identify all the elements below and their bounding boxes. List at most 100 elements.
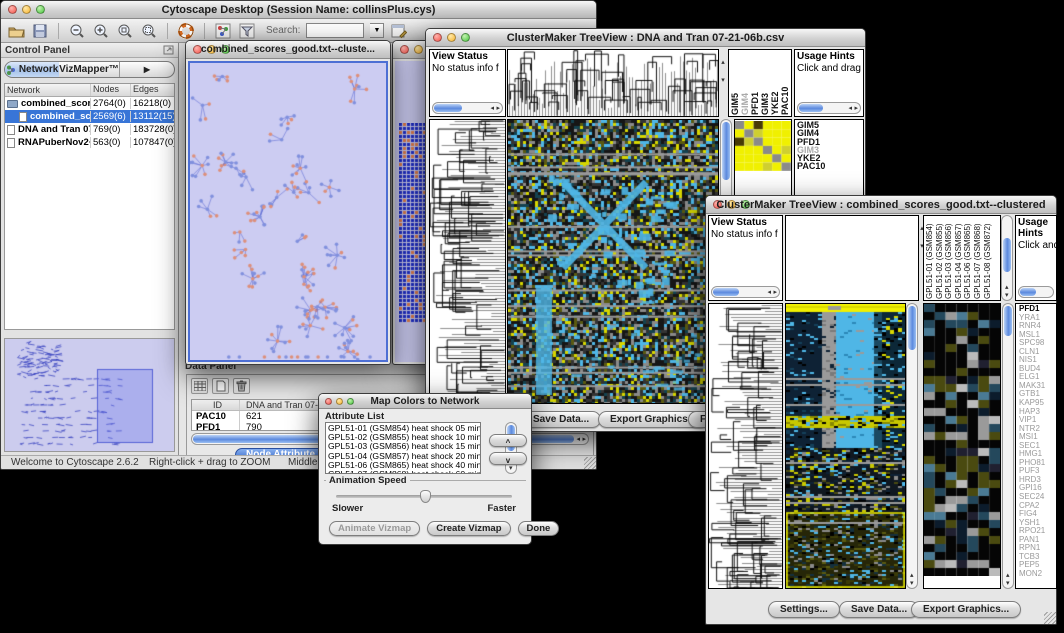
heatmap-global[interactable]: [507, 119, 719, 404]
main-titlebar[interactable]: Cytoscape Desktop (Session Name: collins…: [1, 1, 596, 19]
minimize-icon[interactable]: [414, 45, 423, 54]
zoom-fit-icon[interactable]: [140, 22, 158, 40]
map-dialog-title: Map Colors to Network: [319, 396, 531, 407]
network-window-title: combined_scores_good.txt--cluste...: [186, 44, 390, 55]
attribute-table-icon[interactable]: [191, 378, 208, 394]
status-welcome: Welcome to Cytoscape 2.6.2: [11, 457, 139, 468]
status-zoom-hint: Right-click + drag to ZOOM: [149, 457, 270, 468]
close-icon[interactable]: [400, 45, 409, 54]
network-view-window-1: combined_scores_good.txt--cluste...: [185, 40, 391, 365]
usage-hints-hscrollbar[interactable]: ◂ ▸: [797, 102, 861, 114]
resize-grip[interactable]: [584, 457, 596, 469]
save-data-button[interactable]: Save Data...: [521, 411, 601, 428]
gene-label[interactable]: MON2: [1019, 570, 1056, 579]
column-labels-vscrollbar[interactable]: ▴ ▾: [1001, 215, 1013, 301]
usage-hints-panel: Usage Hints Click and drag to ◂ ▸: [794, 49, 864, 117]
filter-funnel-icon[interactable]: [238, 22, 256, 40]
zoom-vscrollbar[interactable]: ▴ ▾: [1002, 303, 1014, 589]
animation-speed-group: Animation Speed Slower Faster: [324, 480, 526, 518]
file-icon: [19, 112, 27, 122]
export-graphics-button[interactable]: Export Graphics...: [911, 601, 1021, 618]
zoom-selected-icon[interactable]: [116, 22, 134, 40]
network-canvas-1[interactable]: [188, 61, 388, 362]
heatmap-vscrollbar[interactable]: ▴ ▾: [906, 303, 918, 589]
save-data-button[interactable]: Save Data...: [839, 601, 919, 618]
network-list: Network Nodes Edges combined_scores 2764…: [4, 83, 175, 330]
tab-overflow-arrow[interactable]: ▶: [119, 62, 174, 77]
move-down-button[interactable]: v: [489, 452, 527, 465]
column-dendrogram[interactable]: [507, 49, 719, 117]
heatmap-global[interactable]: [785, 303, 906, 589]
column-label: PAC10: [780, 51, 790, 115]
open-folder-icon[interactable]: [7, 22, 25, 40]
tab-vizmapper[interactable]: VizMapper™: [59, 62, 119, 77]
row-dendrogram[interactable]: [429, 119, 506, 404]
float-panel-icon[interactable]: [163, 45, 174, 55]
faster-label: Faster: [487, 503, 516, 514]
treeview2-title: ClusterMaker TreeView : combined_scores_…: [706, 199, 1056, 211]
search-dropdown-arrow-icon[interactable]: ▼: [370, 23, 384, 38]
animation-speed-label: Animation Speed: [326, 475, 410, 486]
column-label: GIM4: [740, 51, 750, 115]
settings-button[interactable]: Settings...: [768, 601, 840, 618]
done-button[interactable]: Done: [518, 521, 560, 536]
treeview2-buttons: Settings... Save Data... Export Graphics…: [706, 597, 1056, 621]
folder-icon: [7, 100, 18, 108]
column-label: GPL51-06 (GSM865): [963, 217, 973, 299]
control-panel-title: Control Panel: [5, 45, 70, 56]
network-tab-icon: [6, 65, 16, 75]
attribute-list-label: Attribute List: [325, 411, 384, 422]
network-row[interactable]: combined_scores 2764(0) 16218(0): [5, 97, 174, 110]
slider-thumb[interactable]: [420, 490, 431, 503]
treeview1-title: ClusterMaker TreeView : DNA and Tran 07-…: [426, 32, 865, 44]
delete-attribute-trash-icon[interactable]: [233, 378, 250, 394]
row-dendrogram[interactable]: [708, 303, 783, 589]
slower-label: Slower: [332, 503, 363, 514]
create-vizmap-button[interactable]: Create Vizmap: [427, 521, 510, 536]
birdseye-view[interactable]: [4, 338, 175, 452]
control-panel-tabs: Network VizMapper™ ▶: [4, 61, 175, 78]
search-input[interactable]: [306, 23, 364, 38]
move-up-button[interactable]: ^: [489, 434, 527, 447]
network-row[interactable]: combined_sco 2569(6) 13112(15): [5, 110, 174, 123]
attribute-list-vscrollbar[interactable]: ▴ ▾: [505, 422, 517, 474]
network-list-header[interactable]: Network Nodes Edges: [5, 84, 174, 97]
map-colors-dialog: Map Colors to Network Attribute List GPL…: [318, 393, 532, 545]
zoom-in-icon[interactable]: [92, 22, 110, 40]
main-window-title: Cytoscape Desktop (Session Name: collins…: [1, 4, 596, 16]
zoom-out-icon[interactable]: [68, 22, 86, 40]
experiment-column-labels: GPL51-01 (GSM854)GPL51-02 (GSM855)GPL51-…: [923, 215, 1001, 301]
column-label: PFD1: [750, 51, 760, 115]
attribute-list[interactable]: GPL51-01 (GSM854) heat shock 05 minGPL51…: [325, 422, 481, 474]
animation-speed-slider[interactable]: [336, 495, 512, 498]
id-column-header[interactable]: ID: [192, 400, 240, 410]
row-label: PAC10: [797, 162, 861, 170]
search-label: Search:: [266, 25, 300, 36]
resize-grip[interactable]: [1044, 612, 1056, 624]
attribute-list-item[interactable]: GPL51-07 (GSM868) heat shock 60 min: [328, 470, 478, 474]
view-status-panel: View Status No status info f ◂ ▸: [429, 49, 506, 117]
tree-arrows[interactable]: ▴▾: [719, 51, 727, 87]
network-row[interactable]: DNA and Tran 07 769(0) 183728(0): [5, 123, 174, 136]
usage-hints-hscrollbar[interactable]: [1018, 286, 1054, 298]
view-status-hscrollbar[interactable]: ◂ ▸: [711, 286, 780, 298]
column-dendrogram-empty[interactable]: [785, 215, 919, 301]
column-label: GPL51-07 (GSM868): [973, 217, 983, 299]
heatmap-zoom[interactable]: [923, 303, 1001, 589]
view-status-panel: View Status No status info f ◂ ▸: [708, 215, 783, 301]
save-icon[interactable]: [31, 22, 49, 40]
column-label: GIM5: [730, 51, 740, 115]
column-label: GPL51-02 (GSM855): [935, 217, 945, 299]
matrix-column-labels: GIM5GIM4PFD1GIM3YKE2PAC10: [728, 49, 792, 117]
view-status-hscrollbar[interactable]: ◂ ▸: [432, 102, 503, 114]
network-row[interactable]: RNAPuberNov2+ 563(0) 107847(0): [5, 136, 174, 149]
column-label: GPL51-08 (GSM872): [983, 217, 993, 299]
tab-network[interactable]: Network: [5, 62, 59, 77]
column-label: GPL51-03 (GSM856): [944, 217, 954, 299]
new-attribute-icon[interactable]: [212, 378, 229, 394]
vizmap-nodes-icon[interactable]: [214, 22, 232, 40]
animate-vizmap-button[interactable]: Animate Vizmap: [329, 521, 420, 536]
column-label: GPL51-04 (GSM857): [954, 217, 964, 299]
help-lifesaver-icon[interactable]: [177, 22, 195, 40]
annotation-icon[interactable]: [390, 22, 408, 40]
